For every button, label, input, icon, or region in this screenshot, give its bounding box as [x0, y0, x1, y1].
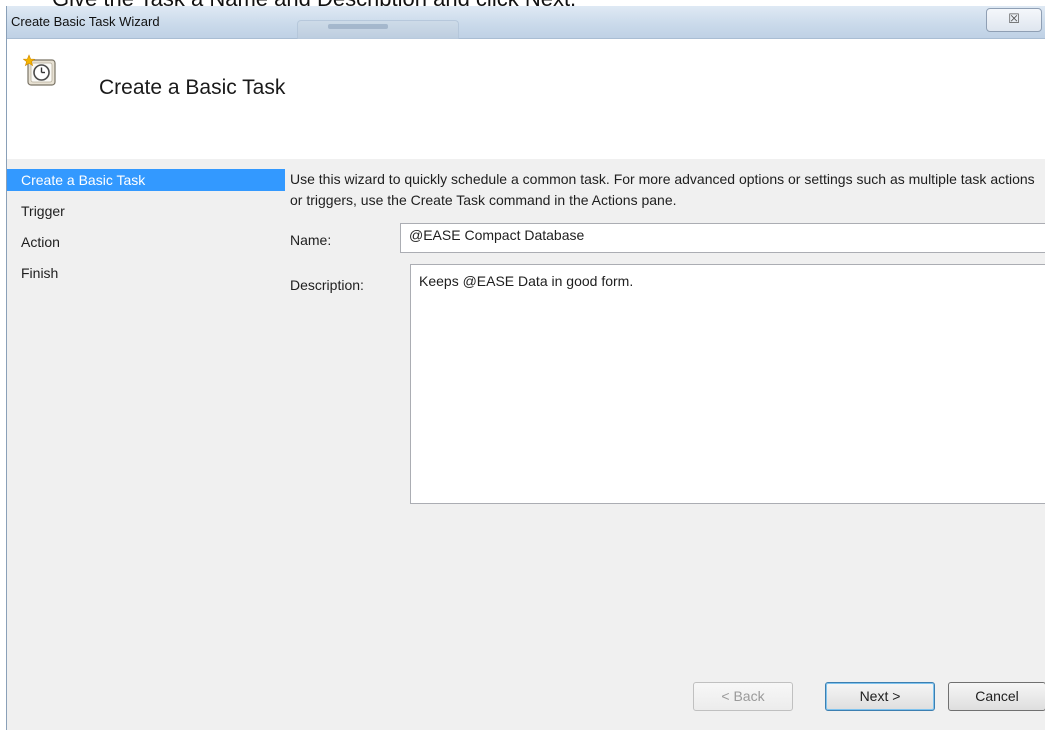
wizard-intro-text: Use this wizard to quickly schedule a co… — [290, 171, 1035, 208]
task-clock-icon — [23, 54, 56, 86]
wizard-steps-nav: Create a Basic Task Trigger Action Finis… — [7, 159, 285, 730]
name-label: Name: — [290, 232, 332, 248]
description-label: Description: — [290, 277, 364, 293]
next-button[interactable]: Next > — [825, 682, 935, 711]
nav-step-finish[interactable]: Finish — [7, 262, 285, 284]
wizard-body: Create a Basic Task Trigger Action Finis… — [7, 159, 1045, 730]
description-textarea[interactable]: Keeps @EASE Data in good form. — [410, 264, 1045, 504]
window-title: Create Basic Task Wizard — [11, 14, 160, 29]
nav-step-action[interactable]: Action — [7, 231, 285, 253]
close-icon: ☒ — [1008, 12, 1020, 27]
wizard-window: Create Basic Task Wizard ☒ Create a Basi… — [6, 6, 1045, 730]
back-button[interactable]: < Back — [693, 682, 793, 711]
cancel-button[interactable]: Cancel — [948, 682, 1045, 711]
page-title: Create a Basic Task — [99, 76, 286, 99]
title-bar[interactable]: Create Basic Task Wizard ☒ — [7, 6, 1045, 39]
nav-step-create-basic-task[interactable]: Create a Basic Task — [7, 169, 285, 191]
nav-step-trigger[interactable]: Trigger — [7, 200, 285, 222]
wizard-main-panel: Use this wizard to quickly schedule a co… — [290, 159, 1045, 730]
background-window-tab — [297, 20, 459, 39]
close-button[interactable]: ☒ — [986, 8, 1042, 32]
name-input[interactable]: @EASE Compact Database — [400, 223, 1045, 253]
wizard-header: Create a Basic Task — [7, 39, 1045, 159]
